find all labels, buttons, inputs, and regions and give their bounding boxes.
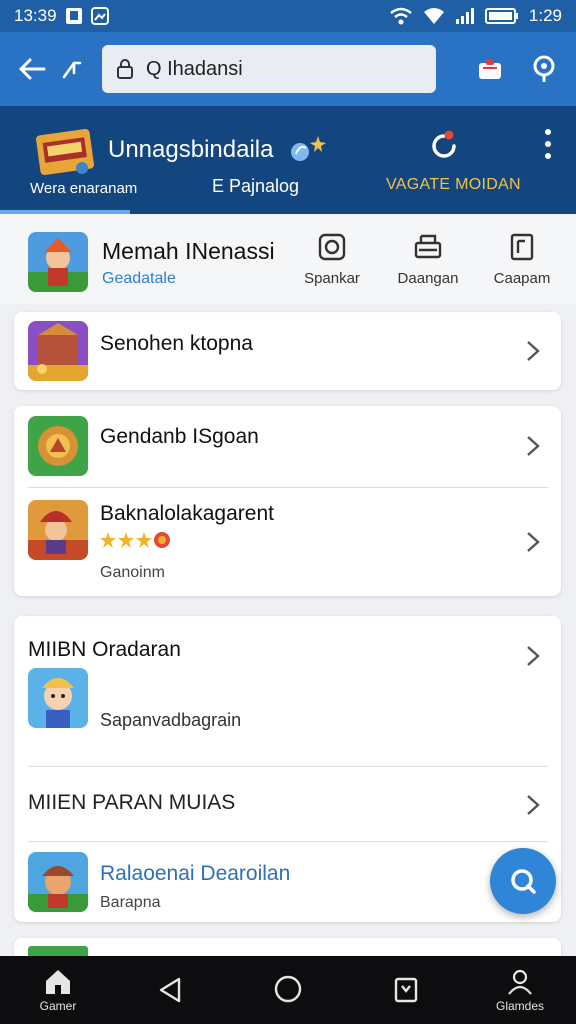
triangle-back-icon: [159, 977, 181, 1003]
banner-title: Unnagsbindaila: [108, 136, 274, 163]
printer-action-button[interactable]: Daangan: [388, 232, 468, 287]
list-item-title: Gendanb ISgoan: [100, 425, 259, 448]
home-icon: [46, 970, 70, 994]
back-arrow-icon: [19, 58, 46, 80]
game-card-2: Gendanb ISgoan Baknalolakagarent Ganoinm: [14, 406, 561, 596]
chat-bubble-icon: [511, 869, 536, 894]
nav-recents-button[interactable]: [366, 976, 446, 1007]
app-header-banner: Unnagsbindaila Wera enaranam E Pajnalog …: [0, 106, 576, 214]
nav-profile-label: Glamdes: [495, 999, 545, 1013]
list-item-ralaoenai[interactable]: Ralaoenai Dearoilan Barapna: [14, 842, 561, 922]
game-card-3: MIIBN Oradaran Sapanvadbagrain MIIEN PAR…: [14, 616, 561, 922]
section-title: MIIBN Oradaran: [28, 638, 181, 661]
profile-row: Memah INenassi Geadatale Spankar Daangan…: [0, 214, 576, 304]
list-item-subtitle: Ganoinm: [100, 564, 165, 581]
game-thumbnail-icon: [28, 500, 88, 560]
sparkle-icon: [291, 136, 326, 161]
share-button[interactable]: [52, 49, 92, 89]
inbox-icon: [479, 59, 501, 79]
list-item-title: Senohen ktopna: [100, 332, 253, 355]
game-thumbnail-icon: [28, 416, 88, 476]
tab-vagate[interactable]: VAGATE MOIDAN: [386, 176, 521, 194]
section-oradaran[interactable]: MIIBN Oradaran Sapanvadbagrain: [14, 616, 561, 766]
lock-icon: [117, 59, 133, 79]
chevron-right-icon: [527, 532, 540, 552]
game-card-4: [14, 938, 561, 958]
status-bar: 13:39 1:29: [0, 0, 576, 32]
section-subtitle: Sapanvadbagrain: [100, 710, 242, 730]
game-thumbnail-icon: [28, 668, 88, 728]
search-input[interactable]: [146, 57, 396, 81]
list-item-subtitle: Barapna: [100, 894, 161, 911]
printer-action-label: Daangan: [397, 270, 459, 287]
camera-icon: [318, 233, 346, 261]
list-item-title: Baknalolakagarent: [100, 502, 274, 525]
back-button[interactable]: [12, 49, 52, 89]
list-item-senohen[interactable]: Senohen ktopna: [14, 312, 561, 390]
game-thumbnail-icon: [28, 321, 88, 381]
profile-person-icon: [508, 969, 532, 995]
chevron-right-icon: [527, 341, 540, 361]
game-card-1: Senohen ktopna: [14, 312, 561, 390]
document-icon: [510, 233, 534, 261]
location-button[interactable]: [524, 49, 564, 89]
profile-name: Memah INenassi: [102, 238, 275, 264]
nav-home[interactable]: Gamer: [18, 968, 98, 1013]
chevron-right-icon: [527, 795, 540, 815]
avatar[interactable]: [28, 232, 88, 292]
refresh-icon: [432, 130, 456, 158]
refresh-button[interactable]: [424, 126, 464, 166]
search-box[interactable]: [102, 45, 436, 93]
tab-overview[interactable]: Wera enaranam: [30, 180, 137, 197]
circle-home-icon: [274, 975, 302, 1003]
app-bar: [0, 32, 576, 106]
camera-action-button[interactable]: Spankar: [292, 232, 372, 287]
game-thumbnail-icon: [28, 852, 88, 912]
list-item-gendanb[interactable]: Gendanb ISgoan: [14, 406, 561, 486]
floating-action-button[interactable]: [490, 848, 556, 914]
list-item-title: Ralaoenai Dearoilan: [100, 862, 291, 885]
chevron-right-icon: [527, 436, 540, 456]
bottom-nav-bar: Gamer Glamdes: [0, 956, 576, 1024]
share-arrow-icon: [62, 61, 82, 79]
document-action-label: Caapam: [493, 270, 551, 287]
chevron-right-icon: [527, 646, 540, 666]
tab-pajnalog[interactable]: E Pajnalog: [212, 176, 299, 197]
gallery-icon: [90, 7, 109, 25]
section-title: MIIEN PARAN MUIAS: [28, 791, 236, 814]
game-logo-icon: [35, 128, 95, 176]
inbox-button[interactable]: [470, 49, 510, 89]
nav-back-button[interactable]: [130, 976, 210, 1007]
more-vertical-icon: [545, 129, 551, 159]
printer-icon: [414, 234, 442, 259]
nav-home-label: Gamer: [39, 999, 77, 1013]
status-time-left: 13:39: [14, 6, 57, 25]
rating-stars-icon: [100, 532, 170, 548]
section-paran-muias[interactable]: MIIEN PARAN MUIAS: [14, 767, 561, 841]
wifi-signal-icon: [423, 8, 444, 24]
nav-home-button[interactable]: [248, 974, 328, 1007]
document-action-button[interactable]: Caapam: [482, 232, 562, 287]
camera-action-label: Spankar: [304, 270, 360, 287]
more-options-button[interactable]: [528, 124, 568, 164]
status-time-right: 1:29: [528, 6, 562, 25]
list-item-baknalolakagarent[interactable]: Baknalolakagarent Ganoinm: [14, 488, 561, 596]
profile-subtitle[interactable]: Geadatale: [102, 270, 176, 288]
wifi-icon: [390, 7, 412, 25]
recents-square-icon: [394, 977, 418, 1003]
nav-profile[interactable]: Glamdes: [480, 968, 560, 1013]
battery-icon: [484, 8, 518, 24]
notification-icon: [65, 8, 82, 24]
location-pin-icon: [533, 55, 555, 82]
cell-signal-icon: [455, 8, 474, 24]
